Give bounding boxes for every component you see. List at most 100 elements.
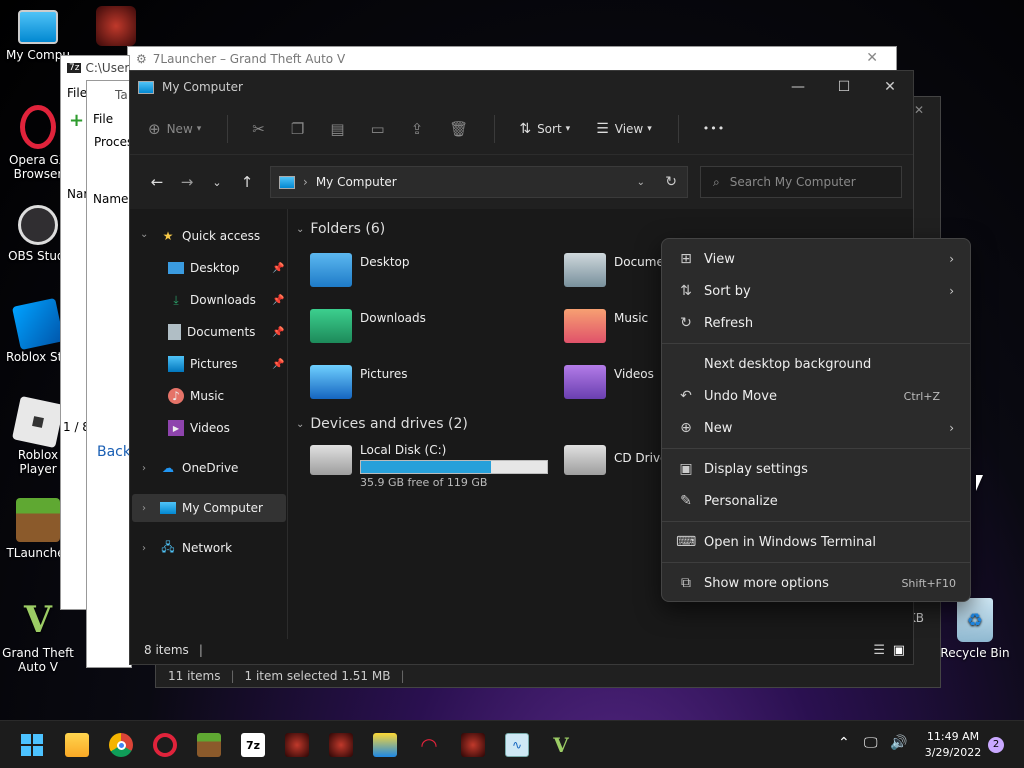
new-button[interactable]: ⊕ New ▾ xyxy=(148,120,201,138)
search-input[interactable]: ⌕ Search My Computer xyxy=(700,166,902,198)
drives-group-header[interactable]: ⌄ Devices and drives (2) xyxy=(296,416,468,432)
sevenzip-menu-file[interactable]: File xyxy=(67,86,87,100)
minimize-button[interactable]: — xyxy=(775,71,821,103)
menu-item-sort-by[interactable]: ⇅ Sort by › xyxy=(662,275,970,307)
sidebar-item-downloads[interactable]: ⤓ Downloads xyxy=(168,287,256,313)
tiles-view-icon[interactable]: ▣ xyxy=(893,643,905,658)
pin-icon[interactable]: 📌 xyxy=(272,263,284,274)
taskbar-game-2[interactable] xyxy=(329,733,353,757)
sidebar-item-my-computer[interactable]: My Computer xyxy=(160,495,263,521)
menu-item-undo-move[interactable]: ↶ Undo Move Ctrl+Z xyxy=(662,380,970,412)
chevron-down-icon[interactable]: ⌄ xyxy=(637,177,645,188)
folder-videos[interactable]: Videos xyxy=(564,365,654,399)
forward-button[interactable]: → xyxy=(172,173,202,191)
taskmgr-menu-file[interactable]: File xyxy=(93,112,113,126)
copy-button[interactable]: ❐ xyxy=(291,120,304,138)
chevron-down-icon[interactable]: ⌄ xyxy=(140,229,148,240)
rename-button[interactable]: ▭ xyxy=(371,120,385,138)
pin-icon[interactable]: 📌 xyxy=(272,359,284,370)
more-options-icon: ⧉ xyxy=(681,575,691,591)
delete-button[interactable]: 🗑 xyxy=(449,120,468,138)
refresh-icon: ↻ xyxy=(680,315,692,331)
paste-button[interactable]: ▤ xyxy=(330,120,344,138)
sidebar-item-pictures[interactable]: Pictures xyxy=(168,351,238,377)
taskbar-task-manager[interactable]: ∿ xyxy=(505,733,529,757)
network-status-icon[interactable]: 🖵 xyxy=(864,735,878,751)
folder-desktop[interactable]: Desktop xyxy=(310,253,410,287)
clock[interactable]: 11:49 AM 3/29/2022 xyxy=(920,729,986,761)
sidebar-item-network[interactable]: 🖧 Network xyxy=(160,535,232,561)
close-icon[interactable]: ✕ xyxy=(914,103,924,117)
pin-icon[interactable]: 📌 xyxy=(272,295,284,306)
sidebar-item-desktop[interactable]: Desktop xyxy=(168,255,240,281)
taskbar-game-3[interactable] xyxy=(461,733,485,757)
taskbar-opera[interactable] xyxy=(153,733,177,757)
drive-local-disk[interactable]: Local Disk (C:) 35.9 GB free of 119 GB xyxy=(310,441,548,489)
taskmgr-link-back[interactable]: Back xyxy=(97,444,131,460)
back-button[interactable]: ← xyxy=(142,173,172,191)
recent-locations-button[interactable]: ⌄ xyxy=(202,176,232,189)
folder-documents[interactable]: Docume xyxy=(564,253,664,287)
chevron-right-icon[interactable]: › xyxy=(142,503,146,514)
taskbar-gta[interactable]: V xyxy=(549,733,573,757)
menu-item-refresh[interactable]: ↻ Refresh xyxy=(662,307,970,339)
sidebar-item-music[interactable]: ♪ Music xyxy=(168,383,224,409)
up-button[interactable]: ↑ xyxy=(232,173,262,191)
title-bar[interactable]: My Computer — ☐ ✕ xyxy=(130,71,913,103)
taskbar-game-1[interactable] xyxy=(285,733,309,757)
drive-cd[interactable]: CD Drive xyxy=(564,441,667,475)
sidebar-label: OneDrive xyxy=(182,461,239,475)
menu-shortcut: Shift+F10 xyxy=(901,576,956,590)
menu-item-display-settings[interactable]: ▣ Display settings xyxy=(662,453,970,485)
details-view-icon[interactable]: ☰ xyxy=(873,643,885,658)
sort-button[interactable]: ⇅ Sort ▾ xyxy=(519,121,570,137)
sidebar-item-onedrive[interactable]: ☁ OneDrive xyxy=(160,455,238,481)
taskbar-opera-gx[interactable]: ◠ xyxy=(417,733,441,757)
folder-downloads[interactable]: Downloads xyxy=(310,309,426,343)
folder-pictures[interactable]: Pictures xyxy=(310,365,408,399)
chevron-right-icon: › xyxy=(949,252,954,266)
view-button[interactable]: ☰ View ▾ xyxy=(596,121,652,137)
taskbar-network-tool[interactable] xyxy=(373,733,397,757)
pin-icon[interactable]: 📌 xyxy=(272,327,284,338)
menu-item-open-terminal[interactable]: ⌨ Open in Windows Terminal xyxy=(662,526,970,558)
maximize-button[interactable]: ☐ xyxy=(821,71,867,103)
sidebar-item-documents[interactable]: Documents xyxy=(168,319,255,345)
sidebar-item-videos[interactable]: ▶ Videos xyxy=(168,415,230,441)
cut-button[interactable]: ✂ xyxy=(252,120,265,138)
menu-item-next-background[interactable]: • Next desktop background xyxy=(662,348,970,380)
menu-item-new[interactable]: ⊕ New › xyxy=(662,412,970,444)
drive-name: Local Disk (C:) xyxy=(360,443,447,457)
taskbar-minecraft[interactable] xyxy=(197,733,221,757)
menu-label: Refresh xyxy=(704,315,754,331)
game-desktop-icon[interactable] xyxy=(96,6,136,46)
folders-group-header[interactable]: ⌄ Folders (6) xyxy=(296,221,385,237)
chevron-right-icon[interactable]: › xyxy=(142,543,146,554)
refresh-icon[interactable]: ↻ xyxy=(665,174,677,190)
folder-music[interactable]: Music xyxy=(564,309,648,343)
volume-icon[interactable]: 🔊 xyxy=(890,735,907,751)
sevenzip-icon: 7z xyxy=(245,738,261,752)
share-icon: ⇪ xyxy=(410,119,424,138)
share-button[interactable]: ⇪ xyxy=(411,120,424,138)
chevron-right-icon[interactable]: › xyxy=(142,463,146,474)
desktop-icon-recycle-bin[interactable]: ♻ Recycle Bin xyxy=(937,598,1013,660)
notification-badge[interactable]: 2 xyxy=(988,737,1004,753)
menu-item-show-more-options[interactable]: ⧉ Show more options Shift+F10 xyxy=(662,567,970,599)
close-icon[interactable]: ✕ xyxy=(866,50,878,66)
address-bar[interactable]: › My Computer ⌄ ↻ xyxy=(270,166,688,198)
menu-separator xyxy=(662,521,970,522)
menu-item-view[interactable]: ⊞ View › xyxy=(662,243,970,275)
taskbar-chrome[interactable] xyxy=(109,733,133,757)
show-hidden-icons-button[interactable]: ⌃ xyxy=(838,735,850,751)
add-icon[interactable]: + xyxy=(69,110,84,131)
task-manager-window[interactable]: Ta File Proces Name Back xyxy=(86,80,132,668)
more-button[interactable]: ••• xyxy=(703,122,725,135)
menu-item-personalize[interactable]: ✎ Personalize xyxy=(662,485,970,517)
sidebar-item-quick-access[interactable]: ★ Quick access xyxy=(160,223,261,249)
taskbar-file-explorer[interactable] xyxy=(65,733,89,757)
taskbar-7zip[interactable]: 7z xyxy=(241,733,265,757)
start-button[interactable] xyxy=(20,733,44,757)
taskmgr-tab-processes[interactable]: Proces xyxy=(94,135,131,149)
close-button[interactable]: ✕ xyxy=(867,71,913,103)
